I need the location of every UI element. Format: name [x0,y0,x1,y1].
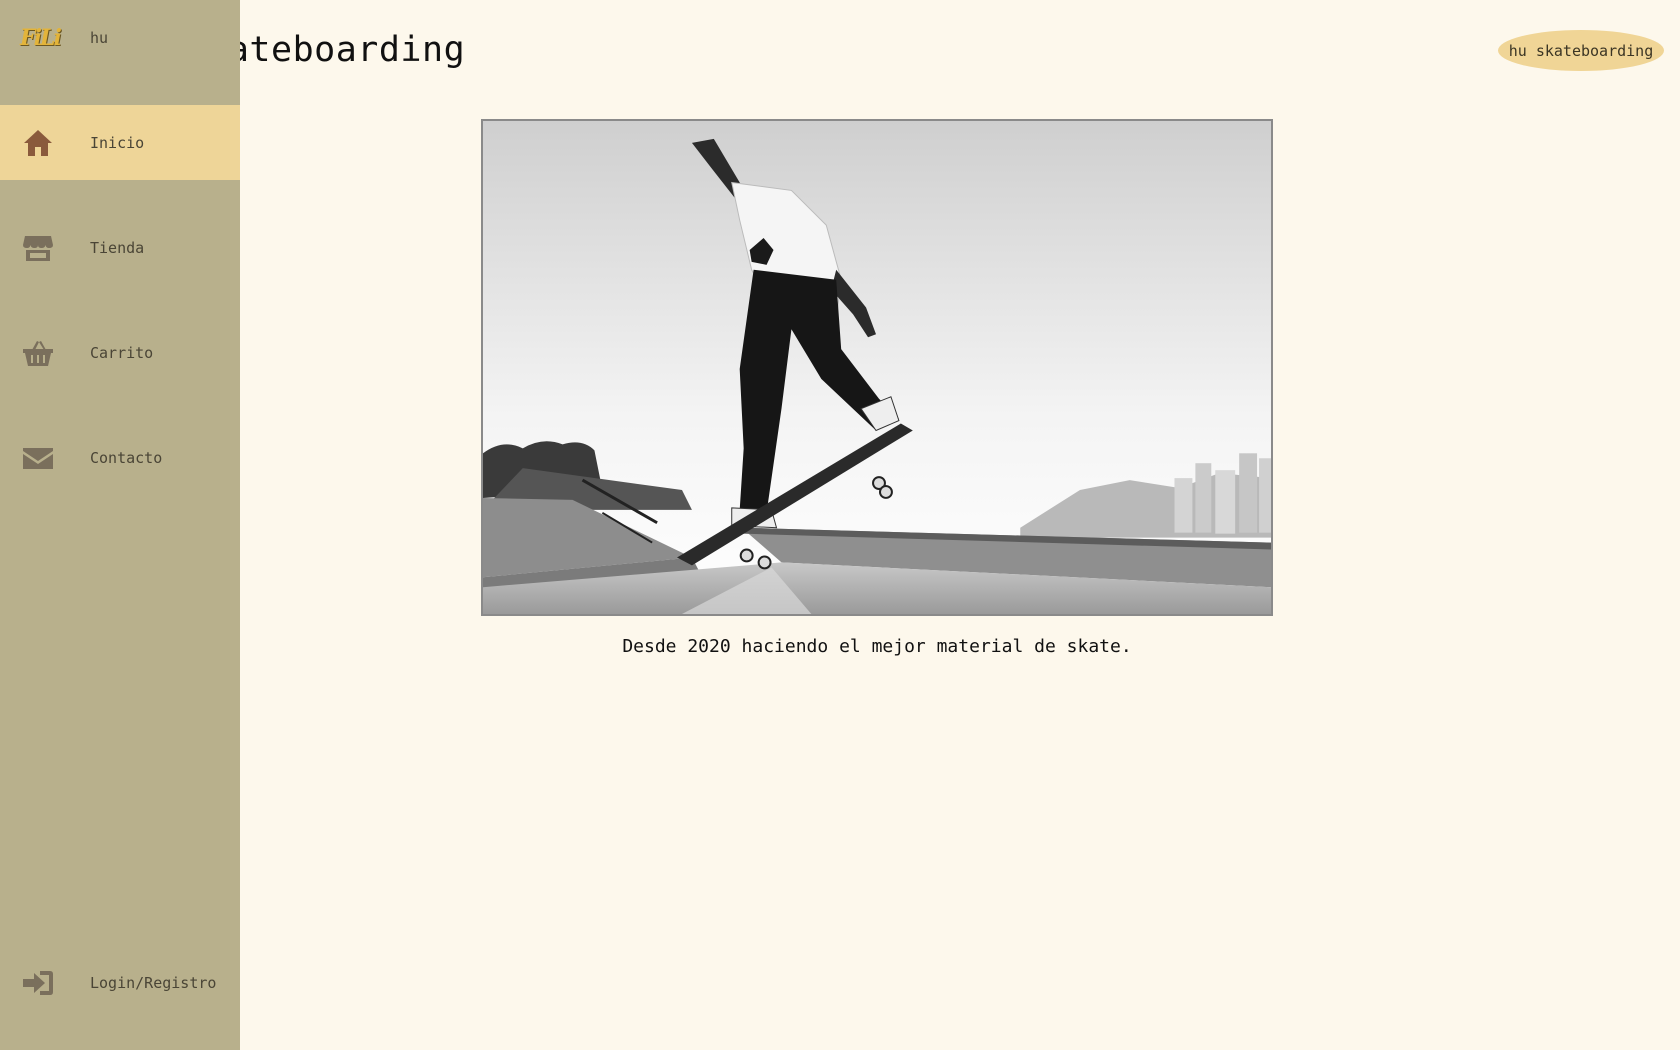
sidebar-item-label: Inicio [90,133,145,152]
sidebar-item-inicio[interactable]: Inicio [0,105,240,180]
sidebar-item-tienda[interactable]: Tienda [0,210,240,285]
main-content: hu skateboarding hu skateboarding Desde … [0,0,1680,1050]
brand-pill[interactable]: hu skateboarding [1498,30,1664,71]
home-icon [21,128,55,158]
sidebar-brand-name: hu [90,29,109,47]
skater-photo [483,121,1271,614]
basket-icon [21,338,55,368]
sidebar-item-label: Tienda [90,238,145,257]
store-icon [21,233,55,263]
brand-logo: FiLi [20,25,62,51]
sidebar: FiLi hu Inicio Tienda Carrito Contacto L… [0,0,240,1050]
hero-image [481,119,1273,616]
hero-caption: Desde 2020 haciendo el mejor material de… [622,636,1132,657]
envelope-icon [21,443,55,473]
sidebar-item-label: Carrito [90,343,154,362]
sidebar-item-contacto[interactable]: Contacto [0,420,240,495]
sidebar-item-label: Contacto [90,448,163,467]
sidebar-brand-link[interactable]: FiLi hu [0,0,240,76]
sidebar-item-login[interactable]: Login/Registro [0,945,240,1020]
sidebar-item-carrito[interactable]: Carrito [0,315,240,390]
sidebar-item-label: Login/Registro [90,973,217,992]
sign-in-icon [21,968,55,998]
